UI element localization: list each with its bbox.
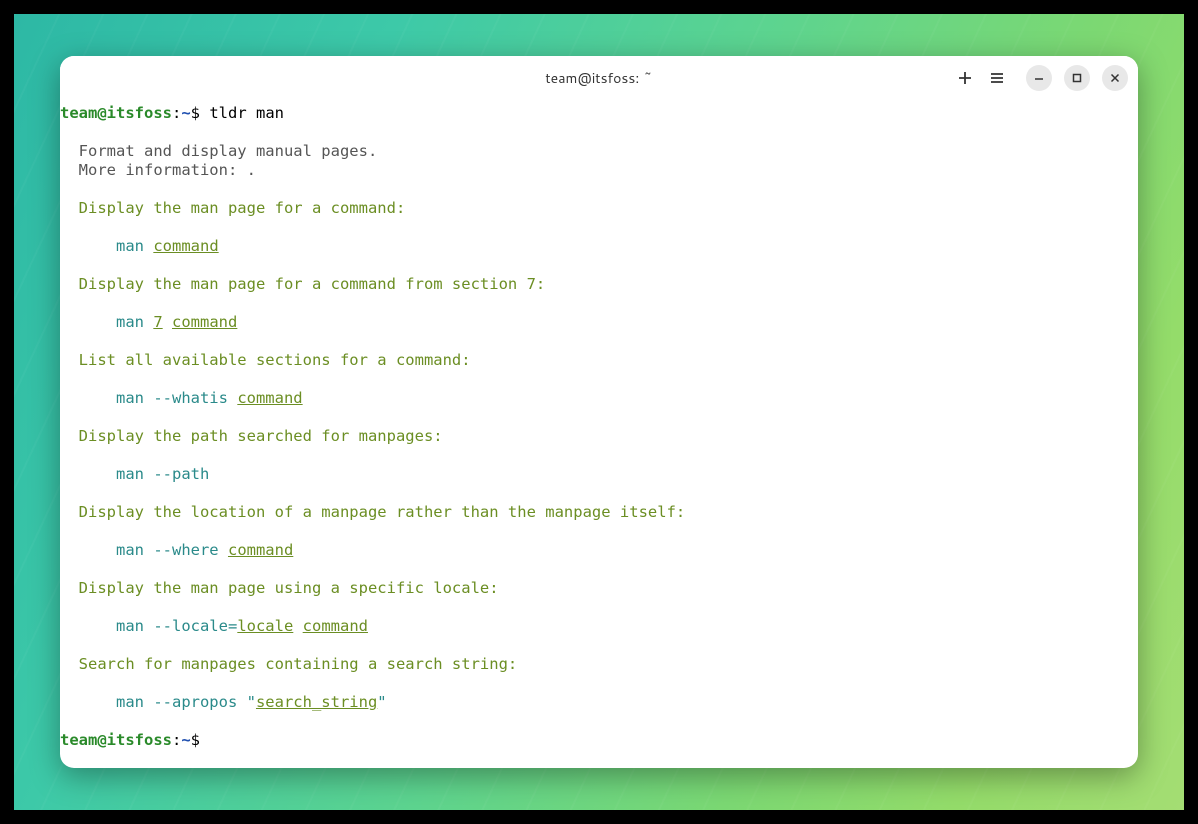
new-tab-button[interactable]: [956, 69, 974, 87]
tldr-suffix: ": [377, 693, 386, 711]
tldr-description: List all available sections for a comman…: [60, 351, 471, 369]
prompt-userhost: team@itsfoss: [60, 731, 172, 749]
tldr-argument: search_string: [256, 693, 377, 711]
titlebar-controls: [956, 65, 1128, 91]
tldr-argument: command: [153, 237, 218, 255]
prompt-path: ~: [181, 104, 190, 122]
tldr-description: Display the man page for a command:: [60, 199, 405, 217]
tldr-argument: command: [228, 541, 293, 559]
terminal-window: team@itsfoss: ~: [60, 56, 1138, 768]
tldr-command: man --apropos ": [60, 693, 256, 711]
prompt-sep: :: [172, 104, 181, 122]
prompt-userhost: team@itsfoss: [60, 104, 172, 122]
terminal-content[interactable]: team@itsfoss:~$ tldr man Format and disp…: [60, 100, 1138, 768]
tldr-description: Search for manpages containing a search …: [60, 655, 517, 673]
prompt-symbol: $: [191, 104, 210, 122]
tldr-command: man: [60, 313, 153, 331]
prompt-symbol: $: [191, 731, 210, 749]
tldr-argument: locale: [237, 617, 293, 635]
tldr-description: Display the path searched for manpages:: [60, 427, 443, 445]
desktop-background: team@itsfoss: ~: [14, 14, 1184, 810]
tldr-argument: 7: [153, 313, 162, 331]
maximize-button[interactable]: [1064, 65, 1090, 91]
tldr-command: man --whatis: [60, 389, 237, 407]
entered-command: tldr man: [209, 104, 284, 122]
tldr-description: Display the man page using a specific lo…: [60, 579, 499, 597]
tldr-joiner: [163, 313, 172, 331]
tldr-argument: command: [237, 389, 302, 407]
prompt-path: ~: [181, 731, 190, 749]
tldr-command: man: [60, 237, 153, 255]
tldr-command: man --locale=: [60, 617, 237, 635]
tldr-description: Display the location of a manpage rather…: [60, 503, 685, 521]
tldr-joiner: [293, 617, 302, 635]
prompt-sep: :: [172, 731, 181, 749]
tldr-argument: command: [303, 617, 368, 635]
tldr-header: More information: .: [60, 161, 256, 179]
tldr-argument: command: [172, 313, 237, 331]
minimize-button[interactable]: [1026, 65, 1052, 91]
window-titlebar[interactable]: team@itsfoss: ~: [60, 56, 1138, 100]
window-title: team@itsfoss: ~: [545, 68, 652, 88]
menu-button[interactable]: [988, 69, 1006, 87]
tldr-description: Display the man page for a command from …: [60, 275, 545, 293]
close-button[interactable]: [1102, 65, 1128, 91]
tldr-header: Format and display manual pages.: [60, 142, 377, 160]
tldr-command: man --path: [60, 465, 209, 483]
tldr-command: man --where: [60, 541, 228, 559]
